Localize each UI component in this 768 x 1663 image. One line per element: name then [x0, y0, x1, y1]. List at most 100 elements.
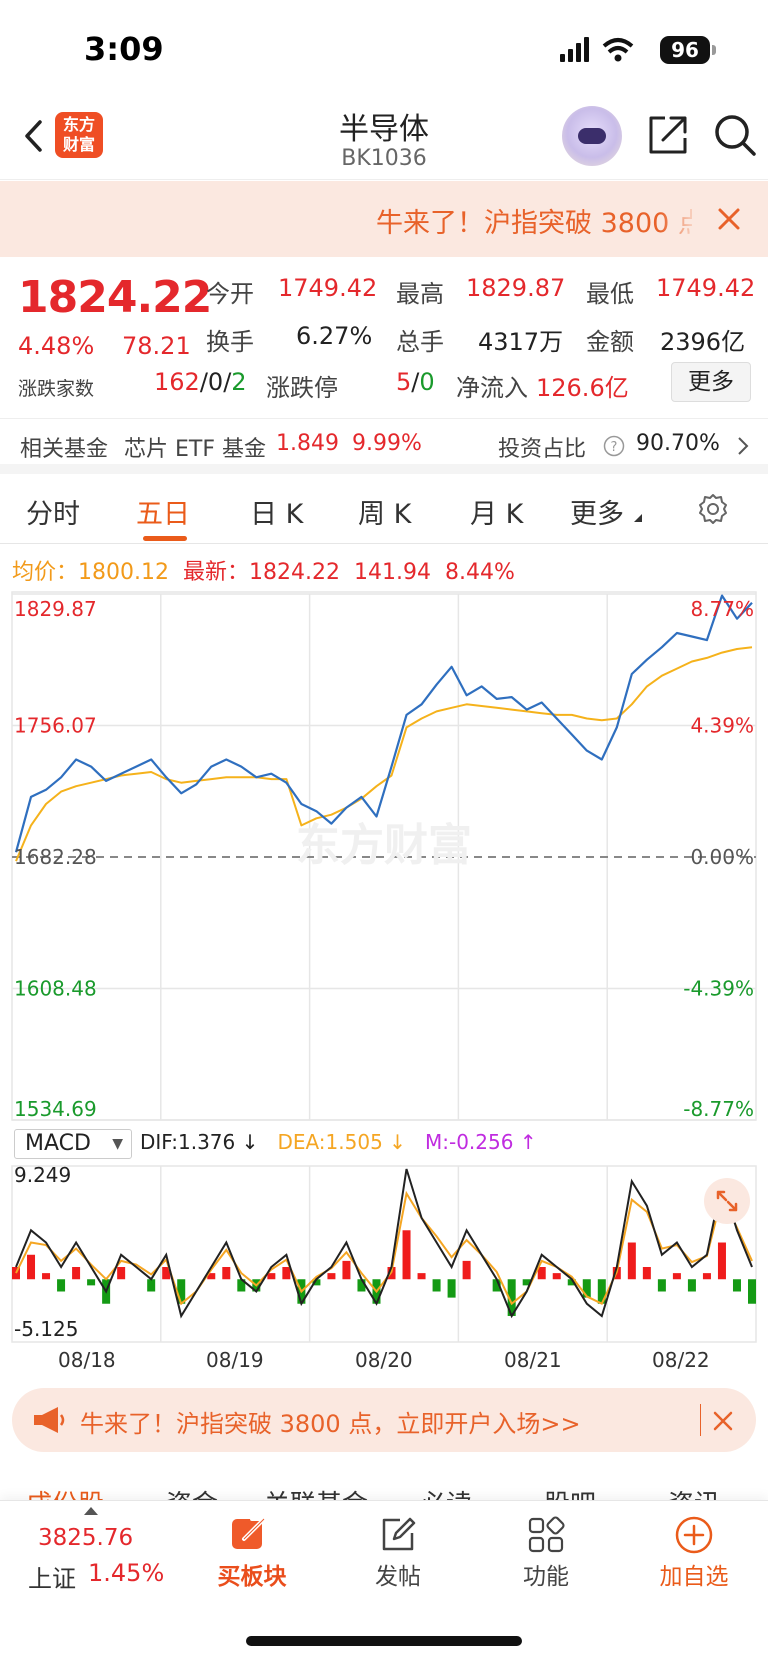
more-button[interactable]: 更多: [671, 362, 751, 402]
macd-bar: [462, 1260, 471, 1280]
battery-icon: 96: [660, 36, 710, 64]
macd-bar: [327, 1273, 336, 1280]
macd-line: [15, 1168, 753, 1319]
nav-post[interactable]: 发帖: [328, 1501, 468, 1601]
avg-value: 1800.12: [78, 560, 169, 585]
tab-related-funds[interactable]: 关联基金: [264, 1484, 368, 1500]
low-value: 1749.42: [656, 274, 756, 302]
tab-intraday[interactable]: 分时: [26, 492, 80, 531]
close-icon[interactable]: [712, 199, 746, 239]
promo-banner[interactable]: 牛来了！沪指突破 3800 点，立即开户入场>>: [12, 1388, 756, 1452]
high-label: 最高: [396, 280, 444, 308]
macd-bar: [447, 1279, 456, 1298]
five-day-price-chart[interactable]: 东方财富 1829.87 8.77% 1756.07 4.39% 1682.28 0.00…: [0, 590, 768, 1125]
macd-grid: [11, 1165, 757, 1343]
macd-bar: [282, 1267, 291, 1280]
y-tick-left: 1608.48: [14, 977, 97, 1001]
latest-percent: 8.44%: [444, 560, 515, 585]
top-banner[interactable]: 牛来了！沪指突破 3800 点: [0, 181, 768, 257]
tab-news[interactable]: 资讯: [668, 1484, 720, 1500]
gear-icon[interactable]: [696, 492, 730, 526]
tab-more[interactable]: 更多: [570, 492, 624, 531]
indicator-select[interactable]: MACD ▼: [14, 1129, 132, 1159]
macd-bar: [417, 1273, 426, 1280]
breadth-down: 2: [231, 368, 247, 396]
index-ticker[interactable]: 3825.76 上证 1.45%: [18, 1501, 178, 1601]
banner-fade: [660, 191, 700, 247]
macd-bar: [177, 1279, 186, 1304]
tab-monthly-k[interactable]: 月 K: [470, 492, 523, 531]
tab-funds-flow[interactable]: 资金: [166, 1484, 218, 1500]
tab-constituents[interactable]: 成份股: [26, 1484, 104, 1500]
volume-label: 总手: [396, 328, 444, 356]
help-icon[interactable]: ?: [603, 435, 625, 457]
macd-bar: [627, 1242, 636, 1280]
quote-panel: 1824.22 4.48% 78.21 今开 1749.42 最高 1829.8…: [0, 258, 768, 408]
nav-label: 加自选: [659, 1564, 729, 1590]
limit-label: 涨跌停: [266, 374, 338, 402]
y-tick-left: 1829.87: [14, 597, 97, 621]
expand-icon[interactable]: [704, 1178, 750, 1224]
chevron-down-icon: ▼: [112, 1136, 123, 1152]
macd-bar: [657, 1279, 666, 1292]
macd-histogram: [12, 1230, 756, 1316]
tab-forum[interactable]: 股吧: [544, 1484, 596, 1500]
amount-label: 金额: [586, 328, 634, 356]
avg-label: 均价：: [12, 560, 79, 585]
tab-five-day[interactable]: 五日: [136, 492, 190, 531]
ratio-value: 90.70%: [636, 431, 720, 456]
latest-value: 1824.22: [249, 560, 340, 585]
top-banner-text: 牛来了！沪指突破 3800 点: [376, 208, 692, 239]
y-tick-right: -8.77%: [683, 1097, 754, 1121]
inflow-value: 126.6亿: [536, 374, 629, 402]
nav-buy-sector[interactable]: 买板块: [182, 1501, 322, 1601]
macd-chart[interactable]: 9.249 -5.125: [0, 1162, 768, 1377]
share-icon[interactable]: [645, 112, 691, 158]
macd-bar: [57, 1279, 66, 1292]
macd-bar: [267, 1273, 276, 1280]
volume-value: 4317万: [478, 328, 564, 356]
tab-daily-k[interactable]: 日 K: [250, 492, 303, 531]
macd-min-label: -5.125: [14, 1317, 78, 1341]
header: 东方 财富 半导体 BK1036: [0, 100, 768, 180]
triangle-up-icon: [84, 1507, 98, 1515]
macd-frame: [11, 1165, 757, 1343]
search-icon[interactable]: [712, 112, 758, 158]
breadth-up: 162: [154, 368, 200, 396]
tab-must-read[interactable]: 必读: [420, 1484, 472, 1500]
svg-text:?: ?: [611, 440, 618, 455]
battery-tip: [712, 45, 716, 55]
macd-m: M:-0.256 ↑: [425, 1130, 537, 1154]
price-summary-row: 均价：1800.12 最新：1824.22 141.94 8.44%: [12, 554, 515, 586]
nav-functions[interactable]: 功能: [476, 1501, 616, 1601]
plus-circle-icon: [675, 1516, 713, 1554]
home-indicator: [246, 1636, 522, 1646]
macd-bar: [732, 1279, 741, 1292]
y-tick-right: 8.77%: [690, 597, 754, 621]
breadth-values: 162/0/2: [154, 368, 247, 396]
robot-assistant-icon[interactable]: [562, 106, 622, 166]
status-bar: 3:09 96: [0, 0, 768, 100]
amount-value: 2396亿: [660, 328, 746, 356]
active-tab-underline: [143, 536, 187, 541]
latest-label: 最新：: [183, 560, 250, 585]
related-fund-row[interactable]: 相关基金 芯片 ETF 基金 1.849 9.99% 投资占比 ? 90.70%: [0, 418, 768, 474]
date-label: 08/21: [504, 1348, 562, 1372]
index-percent: 1.45%: [88, 1559, 165, 1587]
status-time: 3:09: [84, 30, 164, 68]
chart-tabs: 分时 五日 日 K 周 K 月 K 更多: [0, 474, 768, 544]
open-value: 1749.42: [278, 274, 378, 302]
breadth-flat: 0: [207, 368, 224, 396]
signal-wifi-icons: [560, 37, 634, 62]
macd-legend: DIF:1.376 ↓ DEA:1.505 ↓ M:-0.256 ↑: [140, 1130, 537, 1154]
tab-weekly-k[interactable]: 周 K: [358, 492, 411, 531]
y-tick-right: 4.39%: [690, 714, 754, 738]
low-label: 最低: [586, 280, 634, 308]
nav-add-watchlist[interactable]: 加自选: [624, 1501, 764, 1601]
triangle-down-icon: [634, 514, 642, 522]
detail-tabs: 成份股 资金 关联基金 必读 股吧 资讯: [0, 1470, 768, 1500]
close-icon[interactable]: [708, 1406, 738, 1436]
ratio-label: 投资占比: [498, 437, 587, 462]
date-label: 08/18: [58, 1348, 116, 1372]
promo-divider: [700, 1404, 701, 1436]
